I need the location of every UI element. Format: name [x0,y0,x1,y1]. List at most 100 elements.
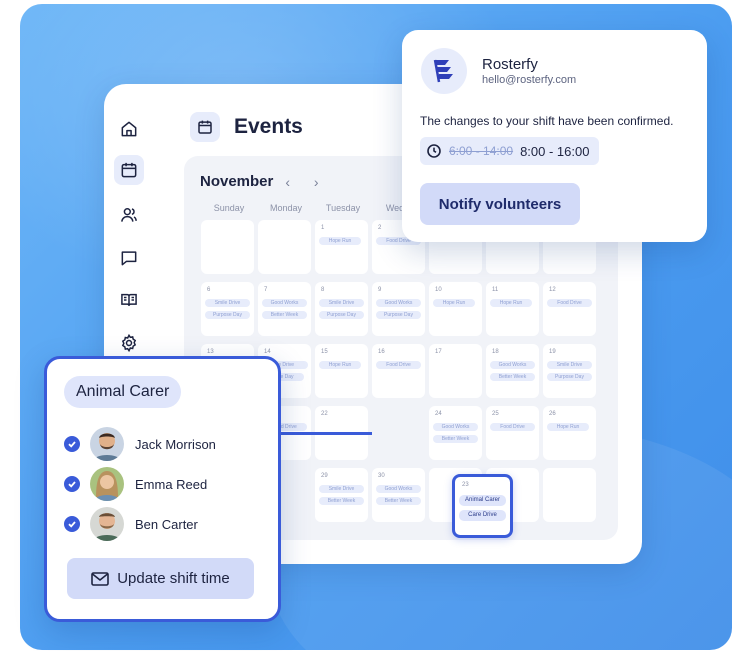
notification-card: Rosterfy hello@rosterfy.com The changes … [402,30,707,242]
day-number: 1 [321,225,325,231]
checkmark-icon[interactable] [64,516,80,532]
event-chip[interactable]: Hope Run [490,299,532,307]
day-number: 22 [321,411,328,417]
highlighted-day-cell[interactable]: 23 Animal Carer Care Drive [452,474,513,538]
day-cell[interactable]: 8 Smile Drive Purpose Day [315,282,368,336]
event-chip[interactable]: Hope Run [319,237,361,245]
day-cell[interactable]: 17 [429,344,482,398]
event-chip[interactable]: Food Drive [547,299,592,307]
brand-email: hello@rosterfy.com [482,74,577,86]
event-chip[interactable]: Better Week [433,435,478,443]
volunteer-row[interactable]: Jack Morrison [64,426,216,462]
event-chip[interactable]: Better Week [262,311,307,319]
day-cell[interactable]: 6 Smile Drive Purpose Day [201,282,254,336]
old-shift-time: 6:00 - 14:00 [449,144,514,158]
day-cell[interactable]: 16 Food Drive [372,344,425,398]
event-chip[interactable]: Purpose Day [319,311,364,319]
calendar-icon[interactable] [114,155,144,185]
day-cell[interactable]: 7 Good Works Better Week [258,282,311,336]
volunteer-name: Jack Morrison [135,436,216,452]
shift-time-change: 6:00 - 14:00 8:00 - 16:00 [420,137,600,165]
day-number: 19 [549,349,556,355]
event-chip[interactable]: Better Week [376,497,421,505]
event-chip[interactable]: Hope Run [319,361,361,369]
event-chip[interactable]: Smile Drive [319,485,364,493]
weekday-label: Tuesday [325,203,361,213]
day-cell[interactable]: 1 Hope Run [315,220,368,274]
day-number: 2 [378,225,382,231]
volunteer-name: Ben Carter [135,516,198,532]
day-cell[interactable]: 15 Hope Run [315,344,368,398]
day-cell[interactable]: 11 Hope Run [486,282,539,336]
day-number: 6 [207,287,211,293]
weekday-label: Monday [269,203,303,213]
day-cell[interactable]: 29 Smile Drive Better Week [315,468,368,522]
volunteer-row[interactable]: Emma Reed [64,466,207,502]
role-badge: Animal Carer [64,376,182,408]
day-number: 30 [378,473,385,479]
day-cell[interactable]: 26 Hope Run [543,406,596,460]
day-number: 25 [492,411,499,417]
notify-volunteers-button[interactable]: Notify volunteers [420,183,580,225]
clock-icon [427,144,441,158]
event-chip[interactable]: Good Works [376,299,421,307]
checkmark-icon[interactable] [64,436,80,452]
day-number: 16 [378,349,385,355]
checkmark-icon[interactable] [64,476,80,492]
event-chip[interactable]: Good Works [433,423,478,431]
event-chip[interactable]: Smile Drive [547,361,592,369]
day-number: 29 [321,473,328,479]
day-cell[interactable]: 12 Food Drive [543,282,596,336]
day-cell[interactable]: 18 Good Works Better Week [486,344,539,398]
day-number: 26 [549,411,556,417]
mail-icon [91,571,110,586]
month-label: November [200,173,274,190]
avatar [90,507,124,541]
event-chip[interactable]: Purpose Day [205,311,250,319]
users-icon[interactable] [116,202,142,228]
event-chip[interactable]: Smile Drive [205,299,250,307]
calendar-icon [190,112,220,142]
month-nav-arrows[interactable]: ‹ › [285,174,328,190]
event-chip[interactable]: Good Works [376,485,421,493]
event-chip[interactable]: Smile Drive [319,299,364,307]
message-icon[interactable] [116,245,142,271]
event-chip[interactable]: Better Week [490,373,535,381]
shift-card: Animal Carer Jack Morrison Emma Reed Ben… [44,356,281,622]
update-shift-time-button[interactable]: Update shift time [67,558,254,599]
day-cell[interactable]: 19 Smile Drive Purpose Day [543,344,596,398]
event-chip[interactable]: Purpose Day [547,373,592,381]
day-cell[interactable] [543,468,596,522]
event-chip[interactable]: Hope Run [547,423,589,431]
day-cell[interactable]: 30 Good Works Better Week [372,468,425,522]
brand-name: Rosterfy [482,56,538,73]
update-shift-time-label: Update shift time [117,570,230,587]
day-cell[interactable]: 24 Good Works Better Week [429,406,482,460]
day-cell[interactable] [201,220,254,274]
connector-line [274,432,372,435]
page-header: Events [190,112,303,142]
event-chip[interactable]: Better Week [319,497,364,505]
day-cell[interactable] [258,220,311,274]
event-chip[interactable]: Purpose Day [376,311,421,319]
day-cell[interactable]: 10 Hope Run [429,282,482,336]
book-icon[interactable] [116,287,142,313]
day-number: 13 [207,349,214,355]
gear-icon[interactable] [116,330,142,356]
event-chip[interactable]: Hope Run [433,299,475,307]
new-shift-time: 8:00 - 16:00 [520,143,590,159]
day-number: 10 [435,287,442,293]
volunteer-row[interactable]: Ben Carter [64,506,198,542]
event-chip[interactable]: Good Works [262,299,307,307]
event-chip-care-drive[interactable]: Care Drive [459,510,506,521]
event-chip-animal-carer[interactable]: Animal Carer [459,495,506,506]
avatar [90,427,124,461]
day-cell[interactable]: 25 Food Drive [486,406,539,460]
event-chip[interactable]: Good Works [490,361,535,369]
day-cell[interactable]: 9 Good Works Purpose Day [372,282,425,336]
home-icon[interactable] [116,116,142,142]
day-number: 24 [435,411,442,417]
page-title: Events [234,115,303,138]
event-chip[interactable]: Food Drive [376,361,421,369]
event-chip[interactable]: Food Drive [490,423,535,431]
